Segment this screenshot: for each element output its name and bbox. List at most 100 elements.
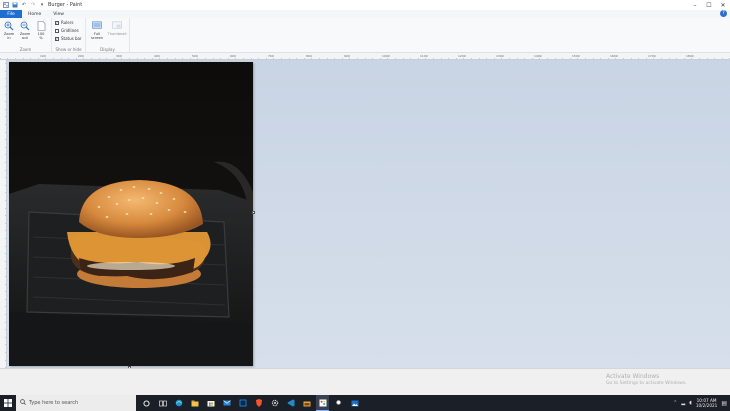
cortana-icon[interactable] [140,395,153,411]
window-controls: – ☐ ✕ [688,0,730,10]
taskbar-search-box[interactable]: Type here to search [16,395,136,411]
paint-app-icon [3,2,9,8]
ruler-tick-label: 700 [268,54,274,58]
ruler-tick-label: 1100 [420,54,428,58]
photoshop-icon[interactable] [236,395,249,411]
zoom-group: Zoom in Zoom out 100 % Zoom [0,18,52,53]
search-icon [20,399,26,407]
activate-windows-watermark: Activate Windows Go to Settings to activ… [606,373,687,387]
search-placeholder: Type here to search [29,400,79,406]
thumbnail-label: Thumbnail [107,32,127,36]
display-group: Full screen Thumbnail Display [86,18,130,53]
zoom-group-caption: Zoom [19,47,32,52]
clock[interactable]: 10:07 AM 10/2/2021 [696,398,717,408]
minimize-icon[interactable]: – [688,0,702,10]
ruler-tick-label: 1500 [572,54,580,58]
ruler-tick-label: 1400 [534,54,542,58]
undo-icon[interactable]: ↶ [21,2,27,8]
task-view-icon[interactable] [156,395,169,411]
gridlines-label: Gridlines [61,28,79,33]
burger-image [9,62,253,366]
ruler-tick-label: 800 [306,54,312,58]
ruler-tick-label: 1800 [686,54,694,58]
volume-icon[interactable]: ◖ [689,400,692,406]
tab-file[interactable]: File [0,10,22,18]
paint-window: ↶ ↷ ▾ Burger - Paint – ☐ ✕ File Home Vie… [0,0,730,411]
ruler-tick-label: 1600 [610,54,618,58]
folder-icon[interactable] [300,395,313,411]
full-screen-icon [92,20,102,31]
paint-icon[interactable] [316,395,329,411]
ruler-tick-label: 500 [192,54,198,58]
rulers-label: Rulers [61,20,74,25]
maximize-icon[interactable]: ☐ [702,0,716,10]
zoom-100-button[interactable]: 100 % [34,20,48,40]
ribbon-tabs: File Home View [0,10,730,18]
ruler-tick-label: 600 [230,54,236,58]
save-icon[interactable] [12,2,18,8]
display-caption: Display [100,47,115,52]
status-bar-label: Status bar [61,36,82,41]
gridlines-checkbox[interactable]: Gridlines [55,28,79,33]
ribbon: Zoom in Zoom out 100 % Zoom ✓ Rulers Gri… [0,18,730,53]
horizontal-ruler [0,53,730,60]
show-hide-group: ✓ Rulers Gridlines ✓ Status bar Show or … [52,18,86,53]
ruler-tick-label: 200 [78,54,84,58]
brave-icon[interactable] [252,395,265,411]
store-icon[interactable] [204,395,217,411]
settings-icon[interactable] [268,395,281,411]
watermark-line2: Go to Settings to activate Windows. [606,381,687,386]
tab-home[interactable]: Home [22,10,47,18]
customize-icon[interactable]: ▾ [39,2,45,8]
start-button[interactable] [0,395,16,411]
redo-icon[interactable]: ↷ [30,2,36,8]
notifications-icon[interactable]: ▤ [721,400,727,407]
file-explorer-icon[interactable] [188,395,201,411]
photos-icon[interactable] [348,395,361,411]
zoom-out-button[interactable]: Zoom out [18,20,32,40]
ruler-tick-label: 900 [344,54,350,58]
ruler-tick-label: 1000 [382,54,390,58]
ruler-tick-label: 1200 [458,54,466,58]
edge-icon[interactable] [172,395,185,411]
clock-date: 10/2/2021 [695,403,718,408]
vscode-icon[interactable] [284,395,297,411]
zoom-out-label: Zoom out [19,32,31,40]
window-title: Burger - Paint [48,2,83,8]
status-bar-check-icon: ✓ [55,35,59,41]
zoom-100-label: 100 % [37,32,45,40]
tray-chevron-icon[interactable]: ⌃ [673,400,677,406]
ruler-tick-label: 300 [116,54,122,58]
close-icon[interactable]: ✕ [716,0,730,10]
windows-logo-icon [4,399,12,407]
help-icon[interactable]: ? [720,10,727,17]
rulers-checkbox[interactable]: ✓ Rulers [55,20,73,25]
ruler-tick-label: 100 [40,54,46,58]
zoom-in-label: Zoom in [3,32,15,40]
status-bar-checkbox[interactable]: ✓ Status bar [55,36,82,41]
canvas-resize-handle-right[interactable] [252,211,255,214]
network-icon[interactable]: ▂ [681,400,685,406]
taskbar-apps: ✹ [140,395,361,411]
thumbnail-icon [112,20,122,31]
zoom-in-button[interactable]: Zoom in [2,20,16,40]
taskbar: Type here to search ✹ [0,395,730,411]
gridlines-check-icon [55,28,59,33]
watermark-line1: Activate Windows [606,373,660,380]
rulers-check-icon: ✓ [55,19,59,25]
zoom-in-icon [4,20,14,31]
tab-view[interactable]: View [47,10,70,18]
full-screen-label: Full screen [91,32,103,40]
mail-icon[interactable] [220,395,233,411]
brightness-icon[interactable]: ✹ [332,395,345,411]
thumbnail-button[interactable]: Thumbnail [107,20,127,36]
full-screen-button[interactable]: Full screen [90,20,104,40]
title-bar: ↶ ↷ ▾ Burger - Paint – ☐ ✕ [0,0,730,10]
image-canvas[interactable] [9,62,253,366]
quick-access-toolbar: ↶ ↷ ▾ [0,0,45,10]
ruler-tick-label: 1300 [496,54,504,58]
ruler-tick-label: 400 [154,54,160,58]
page-icon [36,20,46,31]
zoom-out-icon [20,20,30,31]
show-hide-caption: Show or hide [55,47,82,52]
